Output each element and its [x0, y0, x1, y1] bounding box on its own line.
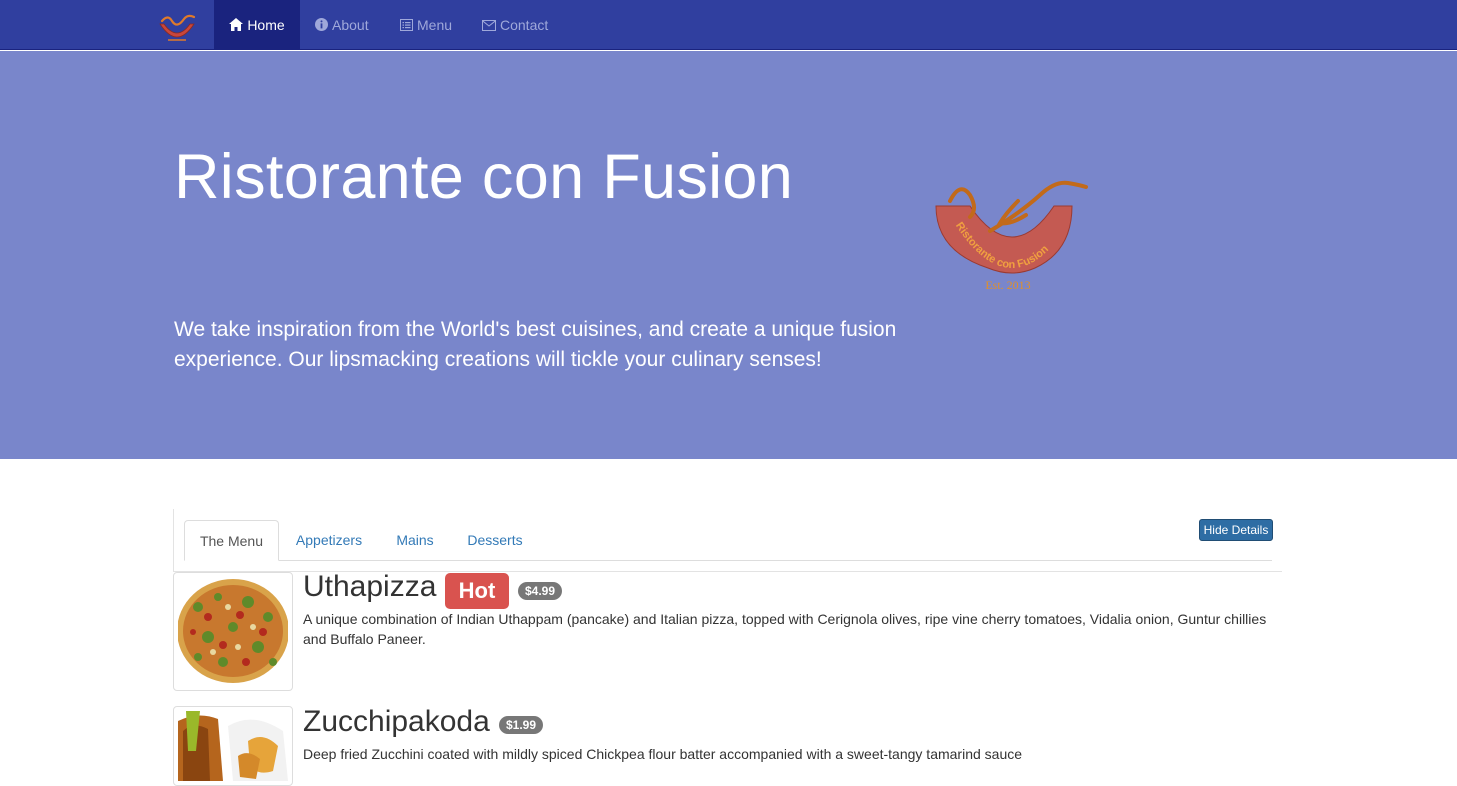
- nav-menu[interactable]: Menu: [400, 0, 452, 50]
- jumbotron: Ristorante con Fusion We take inspiratio…: [0, 51, 1457, 459]
- navbar: Home About Menu Contact: [0, 0, 1457, 50]
- info-circle-icon: [315, 1, 328, 51]
- dish-image-uthapizza[interactable]: [173, 572, 293, 691]
- dish-name-uthapizza: Uthapizza: [303, 570, 437, 603]
- nav-contact-label: Contact: [500, 17, 549, 33]
- tab-desserts[interactable]: Desserts: [460, 520, 530, 561]
- tab-the-menu[interactable]: The Menu: [184, 520, 279, 561]
- nav-contact[interactable]: Contact: [482, 0, 548, 50]
- dish-description-zucchipakoda: Deep fried Zucchini coated with mildly s…: [303, 746, 1023, 762]
- envelope-icon: [482, 1, 496, 51]
- nav-home-label: Home: [247, 17, 285, 33]
- price-badge-zucchipakoda: $1.99: [499, 716, 544, 734]
- jumbotron-text: We take inspiration from the World's bes…: [174, 318, 897, 371]
- dish-name-zucchipakoda: Zucchipakoda: [303, 705, 490, 738]
- restaurant-logo: Ristorante con Fusion Est. 2013: [935, 180, 1088, 292]
- dish-description-uthapizza: A unique combination of Indian Uthappam …: [303, 611, 1267, 647]
- nav-about-label: About: [332, 17, 369, 33]
- nav-about[interactable]: About: [315, 0, 369, 50]
- brand-logo[interactable]: [156, 12, 198, 46]
- hide-details-button[interactable]: Hide Details: [1199, 519, 1273, 541]
- nav-home[interactable]: Home: [214, 0, 300, 50]
- tab-mains[interactable]: Mains: [390, 520, 440, 561]
- jumbotron-title: Ristorante con Fusion: [174, 142, 794, 212]
- dish-image-zucchipakoda[interactable]: [173, 706, 293, 786]
- hot-label: Hot: [445, 573, 509, 609]
- list-alt-icon: [400, 1, 413, 51]
- nav-menu-label: Menu: [417, 17, 453, 33]
- tab-appetizers[interactable]: Appetizers: [288, 520, 370, 561]
- price-badge-uthapizza: $4.99: [518, 582, 563, 600]
- logo-est: Est. 2013: [985, 278, 1030, 292]
- home-icon: [229, 1, 244, 51]
